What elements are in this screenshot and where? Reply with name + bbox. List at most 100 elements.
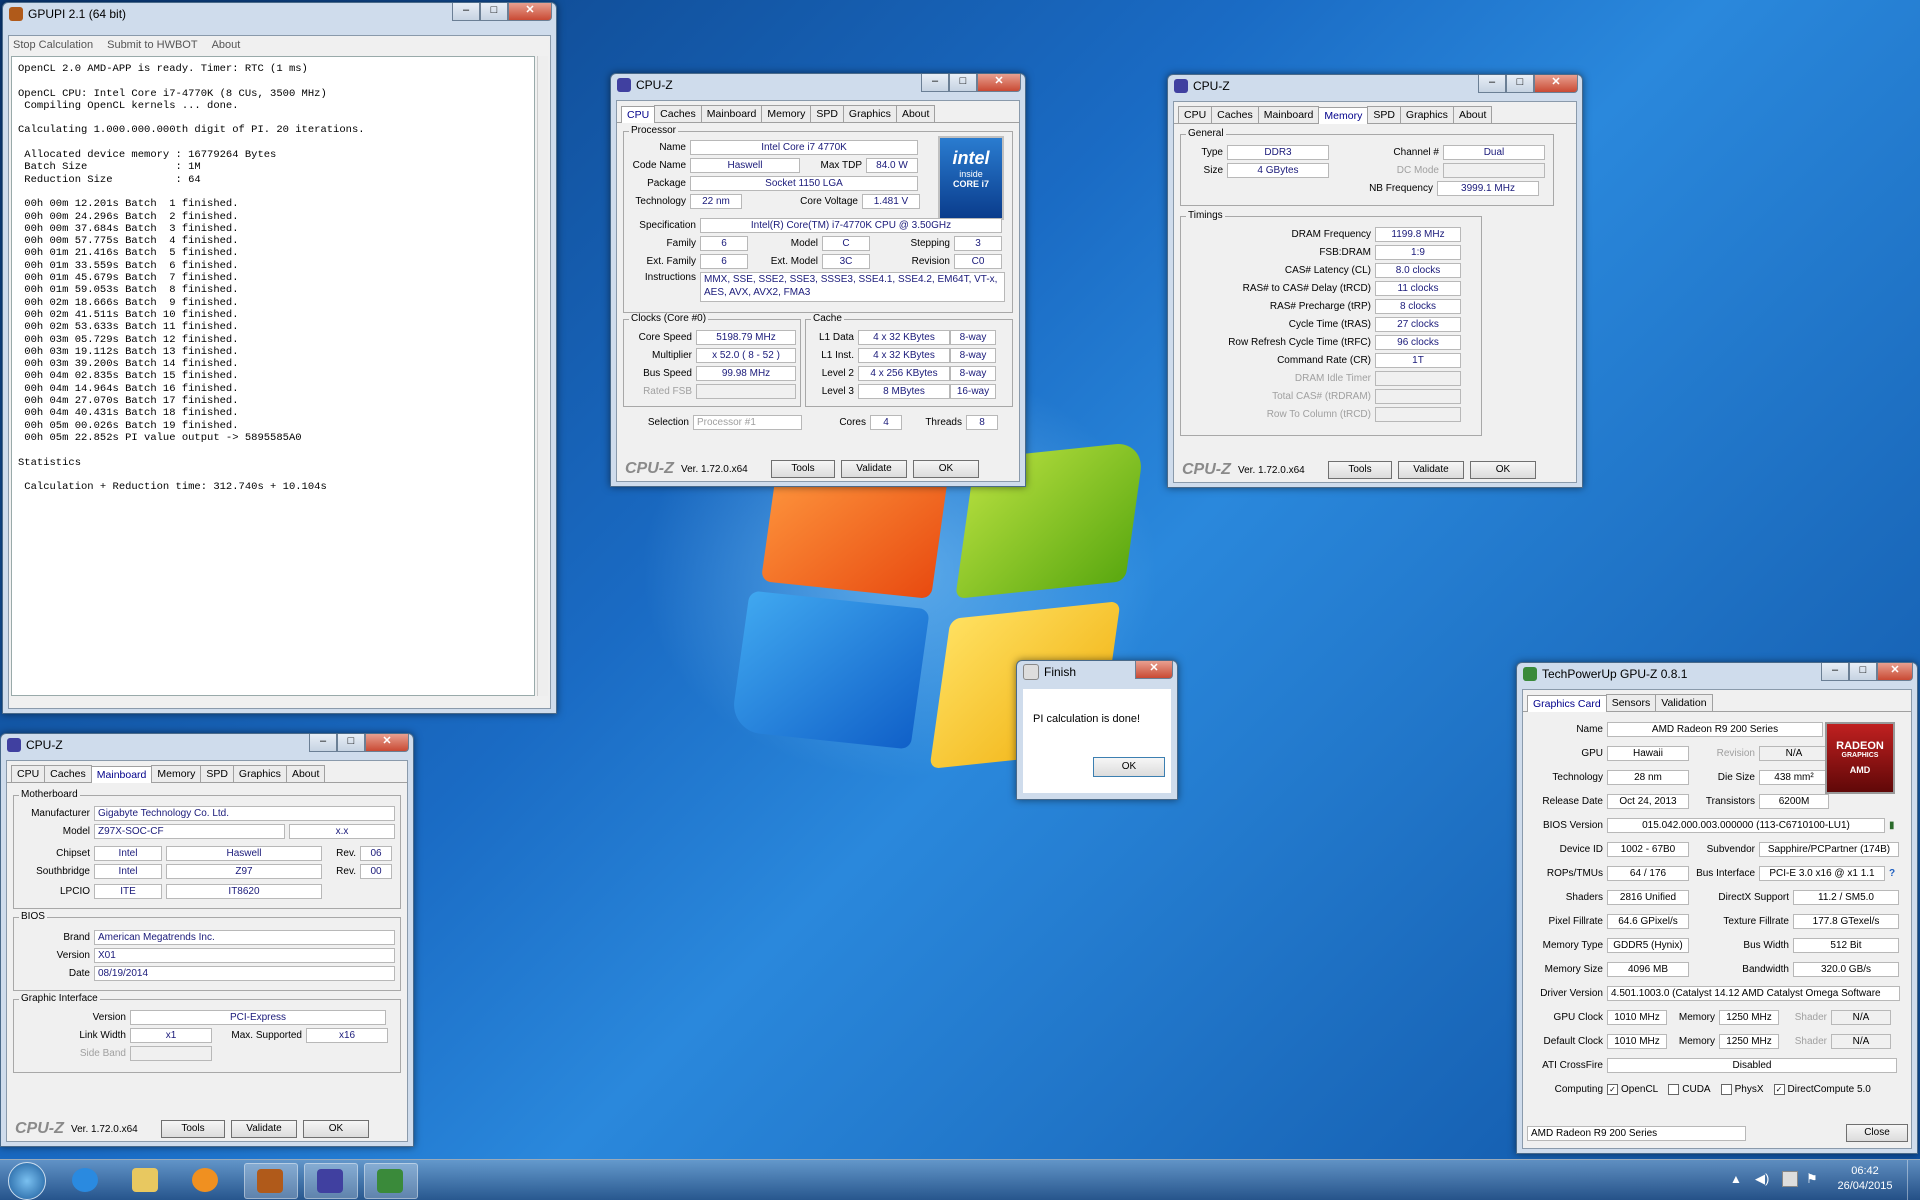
minimize-button[interactable]: – [1821,663,1849,681]
minimize-button[interactable]: – [309,734,337,752]
menu-about[interactable]: About [212,39,241,51]
chip-icon: ▮ [1889,820,1895,831]
taskbar-explorer[interactable] [120,1163,172,1197]
timing-row: Cycle Time (tRAS) 27 clocks [1183,317,1461,332]
computing-checkbox[interactable]: CUDA [1668,1084,1711,1095]
tab-graphics[interactable]: Graphics [1399,106,1454,123]
cpu-extfamily: 6 [700,254,748,269]
tab-about[interactable]: About [285,765,326,782]
tab-mainboard[interactable]: Mainboard [700,105,763,122]
close-button[interactable]: ✕ [508,3,552,21]
bios-date: 08/19/2014 [94,966,395,981]
mb-manufacturer: Gigabyte Technology Co. Ltd. [94,806,395,821]
taskbar-cpuz[interactable] [304,1163,358,1199]
tab-mainboard[interactable]: Mainboard [1257,106,1320,123]
cpuz-footer: CPU-Z Ver. 1.72.0.x64 Tools Validate OK [617,457,1019,481]
maximize-button[interactable]: □ [337,734,365,752]
close-button[interactable]: ✕ [365,734,409,752]
tab-caches[interactable]: Caches [1211,106,1259,123]
taskbar-gpuz[interactable] [364,1163,418,1199]
tab-memory[interactable]: Memory [1318,107,1369,124]
menu-stop-calculation[interactable]: Stop Calculation [13,39,93,51]
tab-graphics-card[interactable]: Graphics Card [1527,695,1607,712]
timing-label: Row Refresh Cycle Time (tRFC) [1228,337,1371,348]
cpu-instructions: MMX, SSE, SSE2, SSE3, SSSE3, SSE4.1, SSE… [700,272,1005,302]
maximize-button[interactable]: □ [949,74,977,92]
tab-about[interactable]: About [895,105,936,122]
ok-button[interactable]: OK [303,1120,369,1138]
minimize-button[interactable]: – [1478,75,1506,93]
tab-validation[interactable]: Validation [1655,694,1713,711]
ok-button[interactable]: OK [913,460,979,478]
bios-version: X01 [94,948,395,963]
maximize-button[interactable]: □ [1849,663,1877,681]
timing-value: 8 clocks [1375,299,1461,314]
tab-caches[interactable]: Caches [654,105,702,122]
memory-size: 4096 MB [1607,962,1689,977]
close-button[interactable]: ✕ [1534,75,1578,93]
close-button[interactable]: Close [1846,1124,1908,1142]
timing-value: 96 clocks [1375,335,1461,350]
vertical-scrollbar[interactable] [537,56,548,696]
gpupi-app-icon [9,7,23,21]
tab-caches[interactable]: Caches [44,765,92,782]
tab-cpu[interactable]: CPU [11,765,46,782]
computing-checkbox[interactable]: ✓ OpenCL [1607,1084,1658,1095]
taskbar-media-player[interactable] [180,1163,232,1197]
timings-group: Timings DRAM Frequency 1199.8 MHz FSB:DRAM… [1180,210,1482,436]
maximize-button[interactable]: □ [1506,75,1534,93]
taskbar-gpupi[interactable] [244,1163,298,1199]
clock[interactable]: 06:42 26/04/2015 [1830,1164,1900,1194]
tab-about[interactable]: About [1452,106,1493,123]
tab-spd[interactable]: SPD [1367,106,1401,123]
tab-graphics[interactable]: Graphics [842,105,897,122]
close-button[interactable]: ✕ [1877,663,1913,681]
timing-value [1375,407,1461,422]
card-select[interactable]: AMD Radeon R9 200 Series [1527,1125,1746,1141]
tab-cpu[interactable]: CPU [1178,106,1213,123]
tab-spd[interactable]: SPD [200,765,234,782]
timing-value: 8.0 clocks [1375,263,1461,278]
processor-select[interactable]: Processor #1 [693,415,802,430]
finish-body: PI calculation is done! OK [1023,689,1171,793]
help-icon[interactable]: ? [1889,868,1895,879]
tab-memory[interactable]: Memory [151,765,202,782]
minimize-button[interactable]: – [452,3,480,21]
menu-submit-hwbot[interactable]: Submit to HWBOT [107,39,197,51]
computing-checkbox[interactable]: PhysX [1720,1084,1764,1095]
tab-memory[interactable]: Memory [761,105,812,122]
tab-cpu[interactable]: CPU [621,106,656,123]
level-2-way: 8-way [950,366,996,381]
start-button[interactable] [8,1162,46,1200]
validate-button[interactable]: Validate [841,460,907,478]
tab-sensors[interactable]: Sensors [1605,694,1657,711]
tray-expand-icon[interactable]: ▲ [1730,1172,1742,1186]
taskbar-ie[interactable] [60,1163,112,1197]
cpu-family: 6 [700,236,748,251]
rated-fsb [696,384,796,399]
show-desktop-button[interactable] [1907,1160,1920,1200]
finish-ok-button[interactable]: OK [1093,757,1165,777]
close-button[interactable]: ✕ [1135,661,1173,679]
flag-icon[interactable]: ⚑ [1806,1171,1818,1187]
close-button[interactable]: ✕ [977,74,1021,92]
timing-value [1375,389,1461,404]
network-icon[interactable] [1782,1171,1798,1187]
tab-spd[interactable]: SPD [810,105,844,122]
validate-button[interactable]: Validate [231,1120,297,1138]
cpu-specification: Intel(R) Core(TM) i7-4770K CPU @ 3.50GHz [700,218,1002,233]
volume-icon[interactable]: ◀) [1755,1171,1769,1187]
computing-checkbox[interactable]: ✓ DirectCompute 5.0 [1773,1084,1871,1095]
tools-button[interactable]: Tools [771,460,835,478]
maximize-button[interactable]: □ [480,3,508,21]
cpuz-tabs: CPU Caches Mainboard Memory SPD Graphics… [7,761,407,783]
tab-mainboard[interactable]: Mainboard [90,766,153,783]
validate-button[interactable]: Validate [1398,461,1464,479]
ok-button[interactable]: OK [1470,461,1536,479]
gpu-bios: 015.042.000.003.000000 (113-C6710100-LU1… [1607,818,1885,833]
tools-button[interactable]: Tools [1328,461,1392,479]
minimize-button[interactable]: – [921,74,949,92]
tools-button[interactable]: Tools [161,1120,225,1138]
tab-graphics[interactable]: Graphics [232,765,287,782]
checkbox-label: DirectCompute 5.0 [1787,1084,1871,1095]
